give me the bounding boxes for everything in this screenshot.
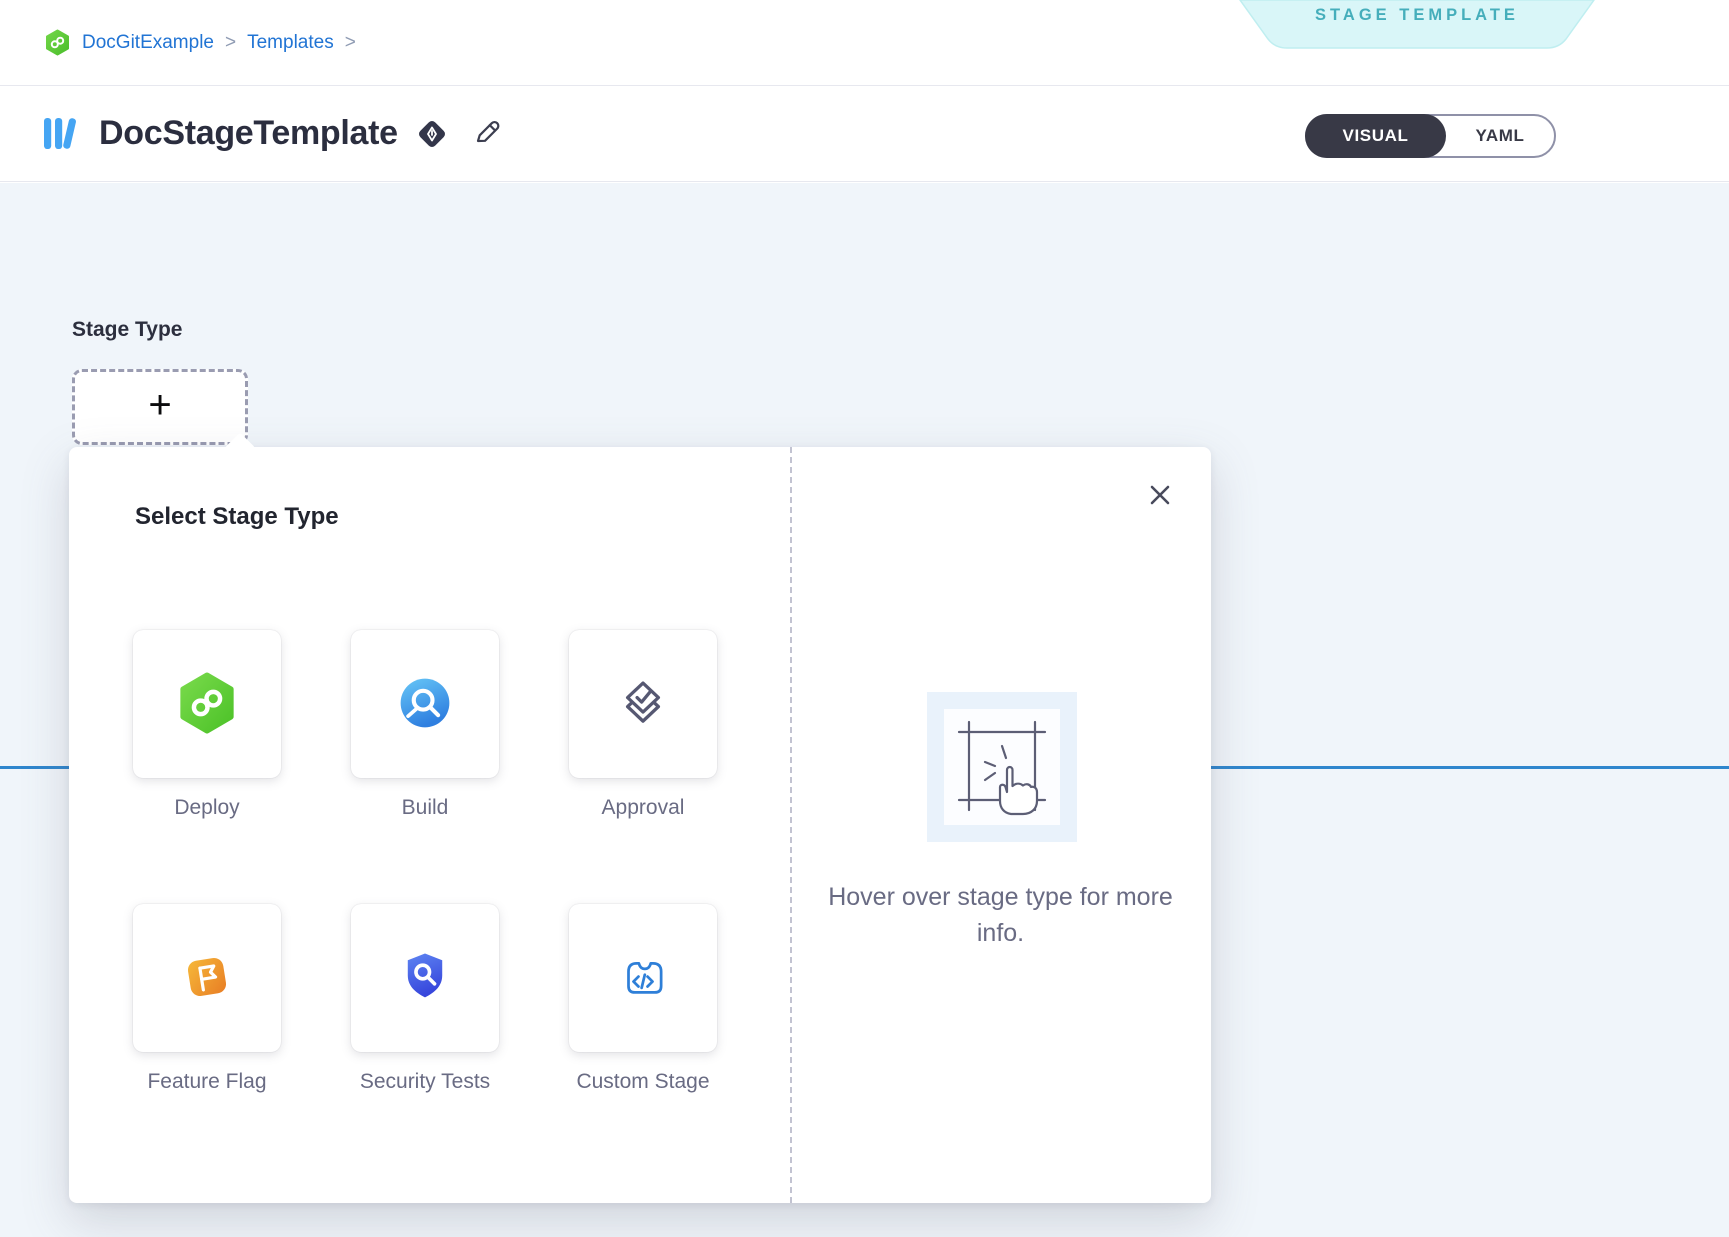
stage-option-build: Build xyxy=(351,630,499,778)
deploy-stage-card[interactable] xyxy=(133,630,281,778)
breadcrumb-project-link[interactable]: DocGitExample xyxy=(82,32,214,54)
feature-flag-icon xyxy=(177,947,237,1010)
stage-type-label: Stage Type xyxy=(72,318,182,342)
stage-option-label: Feature Flag xyxy=(121,1067,293,1097)
close-icon xyxy=(1146,497,1174,512)
breadcrumb-templates-link[interactable]: Templates xyxy=(247,32,334,54)
edit-title-button[interactable] xyxy=(472,117,502,150)
page-title: DocStageTemplate xyxy=(99,114,398,153)
toggle-yaml-button[interactable]: YAML xyxy=(1446,116,1554,156)
plus-icon: + xyxy=(148,385,171,425)
badge-label: STAGE TEMPLATE xyxy=(1239,6,1595,25)
security-shield-icon xyxy=(396,948,454,1009)
custom-stage-code-icon xyxy=(614,948,672,1009)
stage-option-custom-stage: Custom Stage xyxy=(569,904,717,1052)
info-illustration xyxy=(927,692,1077,842)
hover-info-hint: Hover over stage type for more info. xyxy=(790,879,1211,951)
stage-option-label: Security Tests xyxy=(339,1067,511,1097)
build-ci-icon xyxy=(395,673,455,736)
custom-stage-card[interactable] xyxy=(569,904,717,1052)
click-square-hand-sketch-icon xyxy=(944,709,1060,825)
select-stage-type-popover: Select Stage Type xyxy=(69,447,1211,1203)
stage-option-label: Deploy xyxy=(121,793,293,823)
stage-option-approval: Approval xyxy=(569,630,717,778)
template-version-diamond-icon xyxy=(415,117,449,151)
security-tests-stage-card[interactable] xyxy=(351,904,499,1052)
approval-stage-card[interactable] xyxy=(569,630,717,778)
stage-option-label: Custom Stage xyxy=(557,1067,729,1097)
stage-option-label: Approval xyxy=(557,793,729,823)
approval-check-icon xyxy=(614,674,672,735)
template-library-icon xyxy=(40,113,82,155)
stage-option-security-tests: Security Tests xyxy=(351,904,499,1052)
popover-title: Select Stage Type xyxy=(135,503,339,531)
pencil-icon xyxy=(472,117,502,150)
close-button[interactable] xyxy=(1145,481,1175,511)
stage-template-badge: STAGE TEMPLATE xyxy=(1239,0,1595,49)
stage-type-grid: Deploy Build xyxy=(133,630,717,1052)
stage-option-label: Build xyxy=(339,793,511,823)
popover-divider xyxy=(790,447,792,1203)
stage-option-deploy: Deploy xyxy=(133,630,281,778)
toggle-visual-button[interactable]: VISUAL xyxy=(1305,114,1446,158)
visual-yaml-toggle: VISUAL YAML xyxy=(1305,114,1556,158)
build-stage-card[interactable] xyxy=(351,630,499,778)
project-hexagon-icon xyxy=(44,29,71,56)
stage-option-feature-flag: Feature Flag xyxy=(133,904,281,1052)
breadcrumb-separator: > xyxy=(225,32,236,54)
feature-flag-stage-card[interactable] xyxy=(133,904,281,1052)
add-stage-button[interactable]: + xyxy=(72,369,248,445)
deploy-cd-icon xyxy=(176,672,238,737)
breadcrumb-separator: > xyxy=(345,32,356,54)
